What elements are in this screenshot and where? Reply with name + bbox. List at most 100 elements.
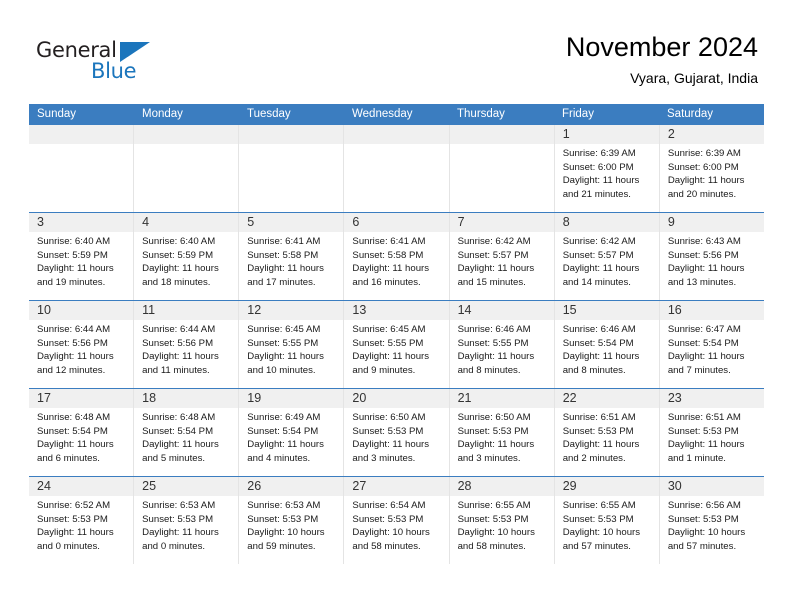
day-detail-line: Sunrise: 6:51 AM xyxy=(562,412,636,423)
day-detail-line: Sunset: 5:56 PM xyxy=(37,337,108,349)
calendar-day-cell[interactable]: 11 Sunrise: 6:44 AM Sunset: 5:56 PM Dayligh… xyxy=(134,301,240,388)
day-detail-line: Daylight: 11 hours xyxy=(142,439,219,451)
calendar-day-cell[interactable]: 2 Sunrise: 6:39 AM Sunset: 6:00 PM Daylight… xyxy=(659,125,764,212)
day-number: 4 xyxy=(142,215,150,229)
day-number: 19 xyxy=(247,391,262,405)
day-details: Sunrise: 6:50 AM Sunset: 5:53 PM Daylight:… xyxy=(450,408,554,465)
day-detail-line: Sunrise: 6:51 AM xyxy=(667,412,741,423)
calendar-day-cell-empty xyxy=(239,125,345,212)
calendar-day-cell[interactable]: 9 Sunrise: 6:43 AM Sunset: 5:56 PM Daylight… xyxy=(659,213,764,300)
day-number: 27 xyxy=(352,479,367,493)
day-detail-line: Daylight: 11 hours xyxy=(457,263,535,275)
day-details: Sunrise: 6:49 AM Sunset: 5:54 PM Daylight:… xyxy=(239,408,343,465)
day-detail-line: and 58 minutes. xyxy=(352,540,421,552)
day-detail-line: and 15 minutes. xyxy=(457,276,526,288)
day-detail-line: Daylight: 11 hours xyxy=(562,439,640,451)
calendar-day-cell[interactable]: 7 Sunrise: 6:42 AM Sunset: 5:57 PM Daylight… xyxy=(449,213,555,300)
day-detail-line: Sunset: 5:53 PM xyxy=(667,513,739,525)
day-number-strip: 19 xyxy=(239,389,344,408)
calendar-day-cell[interactable]: 23 Sunrise: 6:51 AM Sunset: 5:53 PM Dayligh… xyxy=(659,389,764,476)
title-block: November 2024 Vyara, Gujarat, India xyxy=(566,30,758,88)
calendar-day-cell[interactable]: 3 Sunrise: 6:40 AM Sunset: 5:59 PM Daylight… xyxy=(29,213,135,300)
calendar-day-cell[interactable]: 24 Sunrise: 6:52 AM Sunset: 5:53 PM Dayligh… xyxy=(29,477,135,564)
day-number-strip: 6 xyxy=(344,213,449,232)
day-detail-line: Sunset: 5:54 PM xyxy=(562,337,634,349)
calendar-day-cell[interactable]: 22 Sunrise: 6:51 AM Sunset: 5:53 PM Dayligh… xyxy=(554,389,660,476)
day-details xyxy=(450,144,554,147)
day-detail-line: and 12 minutes. xyxy=(37,364,106,376)
day-detail-line: and 8 minutes. xyxy=(457,364,521,376)
day-number: 9 xyxy=(667,215,675,229)
day-detail-line: Daylight: 11 hours xyxy=(457,351,535,363)
calendar-day-cell[interactable]: 8 Sunrise: 6:42 AM Sunset: 5:57 PM Daylight… xyxy=(554,213,660,300)
day-detail-line: and 0 minutes. xyxy=(37,540,100,552)
weekday-header-sunday: Sunday xyxy=(37,108,77,120)
day-number-strip: 25 xyxy=(134,477,239,496)
calendar-day-cell[interactable]: 1 Sunrise: 6:39 AM Sunset: 6:00 PM Daylight… xyxy=(554,125,660,212)
calendar-day-cell[interactable]: 26 Sunrise: 6:53 AM Sunset: 5:53 PM Dayligh… xyxy=(239,477,345,564)
day-number: 6 xyxy=(352,215,360,229)
day-detail-line: Sunrise: 6:45 AM xyxy=(352,324,426,335)
day-detail-line: Sunrise: 6:50 AM xyxy=(352,412,426,423)
calendar-day-cell[interactable]: 19 Sunrise: 6:49 AM Sunset: 5:54 PM Dayligh… xyxy=(239,389,345,476)
day-details: Sunrise: 6:51 AM Sunset: 5:53 PM Daylight:… xyxy=(555,408,659,465)
day-details: Sunrise: 6:40 AM Sunset: 5:59 PM Daylight:… xyxy=(134,232,238,289)
day-detail-line: Sunset: 5:56 PM xyxy=(142,337,214,349)
day-details: Sunrise: 6:54 AM Sunset: 5:53 PM Daylight:… xyxy=(344,496,448,553)
day-detail-line: Sunset: 5:53 PM xyxy=(562,513,634,525)
day-detail-line: and 14 minutes. xyxy=(562,276,631,288)
day-number: 2 xyxy=(667,127,675,141)
day-detail-line: Sunset: 5:53 PM xyxy=(457,513,529,525)
day-detail-line: Sunrise: 6:40 AM xyxy=(37,236,111,247)
day-number-strip: 10 xyxy=(29,301,134,320)
day-details xyxy=(344,144,448,147)
day-detail-line: Sunset: 5:58 PM xyxy=(352,249,424,261)
day-detail-line: Daylight: 10 hours xyxy=(562,527,641,539)
calendar-day-cell[interactable]: 13 Sunrise: 6:45 AM Sunset: 5:55 PM Dayligh… xyxy=(344,301,450,388)
day-number: 1 xyxy=(562,127,570,141)
day-detail-line: Daylight: 11 hours xyxy=(457,439,535,451)
day-number: 12 xyxy=(247,303,262,317)
day-detail-line: and 18 minutes. xyxy=(142,276,211,288)
day-detail-line: Sunrise: 6:41 AM xyxy=(247,236,321,247)
calendar-day-cell[interactable]: 21 Sunrise: 6:50 AM Sunset: 5:53 PM Dayligh… xyxy=(449,389,555,476)
day-detail-line: Sunset: 5:54 PM xyxy=(142,425,214,437)
day-detail-line: Daylight: 10 hours xyxy=(667,527,746,539)
day-detail-line: Sunset: 5:53 PM xyxy=(457,425,529,437)
calendar-day-cell-empty xyxy=(344,125,450,212)
calendar-day-cell[interactable]: 15 Sunrise: 6:46 AM Sunset: 5:54 PM Dayligh… xyxy=(554,301,660,388)
calendar-day-cell[interactable]: 10 Sunrise: 6:44 AM Sunset: 5:56 PM Dayligh… xyxy=(29,301,135,388)
day-detail-line: Sunset: 5:53 PM xyxy=(562,425,634,437)
day-number-strip: 28 xyxy=(449,477,554,496)
calendar-day-cell[interactable]: 5 Sunrise: 6:41 AM Sunset: 5:58 PM Daylight… xyxy=(239,213,345,300)
calendar-grid: Sunday Monday Tuesday Wednesday Thursday… xyxy=(29,104,764,564)
calendar-day-cell[interactable]: 25 Sunrise: 6:53 AM Sunset: 5:53 PM Dayligh… xyxy=(134,477,240,564)
calendar-day-cell[interactable]: 20 Sunrise: 6:50 AM Sunset: 5:53 PM Dayligh… xyxy=(344,389,450,476)
calendar-day-cell[interactable]: 27 Sunrise: 6:54 AM Sunset: 5:53 PM Dayligh… xyxy=(344,477,450,564)
calendar-day-cell[interactable]: 6 Sunrise: 6:41 AM Sunset: 5:58 PM Daylight… xyxy=(344,213,450,300)
calendar-day-cell[interactable]: 29 Sunrise: 6:55 AM Sunset: 5:53 PM Dayligh… xyxy=(554,477,660,564)
calendar-day-cell[interactable]: 28 Sunrise: 6:55 AM Sunset: 5:53 PM Dayligh… xyxy=(449,477,555,564)
day-number: 30 xyxy=(667,479,682,493)
day-details: Sunrise: 6:42 AM Sunset: 5:57 PM Daylight:… xyxy=(555,232,659,289)
day-details: Sunrise: 6:45 AM Sunset: 5:55 PM Daylight:… xyxy=(344,320,448,377)
day-detail-line: Sunrise: 6:55 AM xyxy=(562,500,636,511)
calendar-day-cell[interactable]: 16 Sunrise: 6:47 AM Sunset: 5:54 PM Dayligh… xyxy=(659,301,764,388)
day-detail-line: Sunset: 5:55 PM xyxy=(247,337,319,349)
day-number-strip: 11 xyxy=(134,301,239,320)
calendar-day-cell[interactable]: 18 Sunrise: 6:48 AM Sunset: 5:54 PM Dayligh… xyxy=(134,389,240,476)
day-detail-line: and 16 minutes. xyxy=(352,276,421,288)
day-detail-line: Sunset: 5:59 PM xyxy=(142,249,214,261)
calendar-day-cell[interactable]: 14 Sunrise: 6:46 AM Sunset: 5:55 PM Dayligh… xyxy=(449,301,555,388)
calendar-week-row: 3 Sunrise: 6:40 AM Sunset: 5:59 PM Daylight… xyxy=(29,212,764,300)
day-number: 20 xyxy=(352,391,367,405)
calendar-day-cell[interactable]: 30 Sunrise: 6:56 AM Sunset: 5:53 PM Dayligh… xyxy=(659,477,764,564)
day-number-strip: 17 xyxy=(29,389,134,408)
weekday-header-tuesday: Tuesday xyxy=(247,108,291,120)
generalblue-logo[interactable]: General Blue xyxy=(36,38,156,84)
day-detail-line: Sunset: 5:55 PM xyxy=(352,337,424,349)
calendar-day-cell[interactable]: 4 Sunrise: 6:40 AM Sunset: 5:59 PM Daylight… xyxy=(134,213,240,300)
calendar-day-cell[interactable]: 17 Sunrise: 6:48 AM Sunset: 5:54 PM Dayligh… xyxy=(29,389,135,476)
day-detail-line: and 10 minutes. xyxy=(247,364,316,376)
calendar-day-cell[interactable]: 12 Sunrise: 6:45 AM Sunset: 5:55 PM Dayligh… xyxy=(239,301,345,388)
